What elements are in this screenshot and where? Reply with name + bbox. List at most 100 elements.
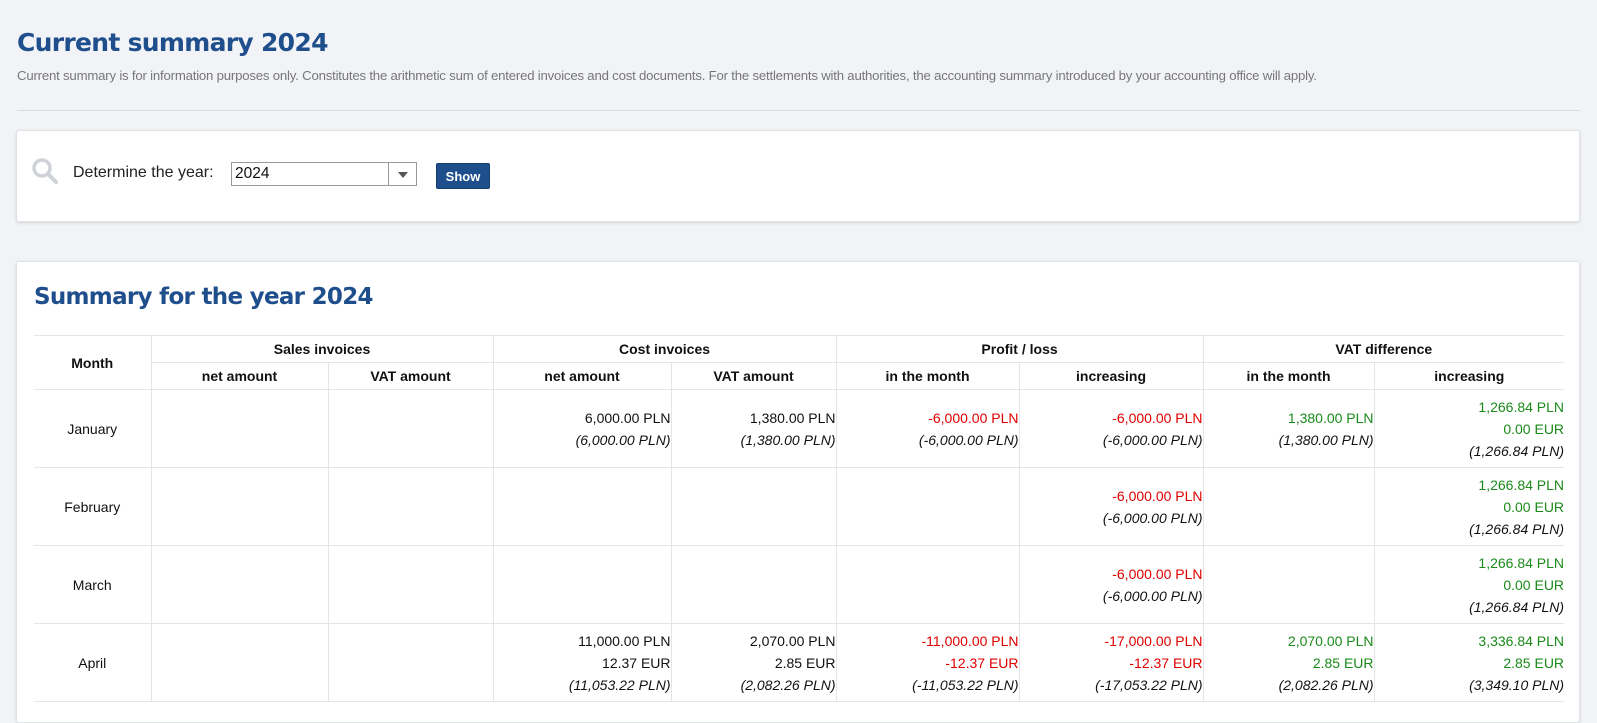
page-description: Current summary is for information purpo… [17, 68, 1317, 83]
cell-profit-month: -6,000.00 PLN (-6,000.00 PLN) [835, 389, 1020, 468]
total-value: (-6,000.00 PLN) [918, 431, 1019, 448]
amount-value: 2.85 EUR [1503, 654, 1565, 671]
cell-profit-month [835, 467, 1020, 546]
header-vat-month: in the month [1202, 362, 1375, 390]
month-cell: March [34, 545, 152, 624]
amount-value: 1,266.84 PLN [1478, 554, 1565, 571]
amount-value: 2.85 EUR [774, 654, 836, 671]
cell-vat-inc: 3,336.84 PLN 2.85 EUR (3,349.10 PLN) [1373, 623, 1565, 702]
summary-table: Month Sales invoices Cost invoices Profi… [34, 335, 1565, 702]
table-row: April 11,000.00 PLN 12.37 EUR (11,053.22 PL… [34, 623, 1565, 702]
total-value: (-11,053.22 PLN) [912, 676, 1019, 693]
cell-cost-net [492, 467, 672, 546]
total-value: (1,380.00 PLN) [740, 431, 836, 448]
cell-sales-net [150, 623, 329, 702]
cell-vat-month [1202, 545, 1375, 624]
cell-sales-vat [327, 623, 494, 702]
amount-value: -6,000.00 PLN [1112, 487, 1203, 504]
cell-sales-net [150, 389, 329, 468]
header-cost-invoices: Cost invoices [492, 335, 837, 363]
cell-vat-month: 1,380.00 PLN (1,380.00 PLN) [1202, 389, 1375, 468]
cell-vat-month: 2,070.00 PLN 2.85 EUR (2,082.26 PLN) [1202, 623, 1375, 702]
total-value: (1,266.84 PLN) [1469, 442, 1565, 459]
cell-cost-vat [670, 467, 837, 546]
cell-cost-net [492, 545, 672, 624]
amount-value: -12.37 EUR [1129, 654, 1203, 671]
cell-profit-inc: -17,000.00 PLN -12.37 EUR (-17,053.22 PLN) [1018, 623, 1204, 702]
total-value: (11,053.22 PLN) [568, 676, 671, 693]
summary-title: Summary for the year 2024 [34, 284, 374, 310]
cell-cost-vat: 1,380.00 PLN (1,380.00 PLN) [670, 389, 837, 468]
total-value: (2,082.26 PLN) [1278, 676, 1374, 693]
header-profit-month: in the month [835, 362, 1020, 390]
month-cell: April [34, 623, 152, 702]
chevron-down-icon [398, 172, 408, 178]
total-value: (6,000.00 PLN) [575, 431, 671, 448]
total-value: (-6,000.00 PLN) [1102, 587, 1203, 604]
amount-value: 3,336.84 PLN [1478, 632, 1565, 649]
page-title: Current summary 2024 [17, 28, 328, 57]
total-value: (-17,053.22 PLN) [1095, 676, 1203, 693]
filter-panel: Determine the year: 2024 Show [16, 130, 1580, 222]
summary-panel: Summary for the year 2024 Month Sales in… [16, 261, 1580, 723]
cell-vat-month [1202, 467, 1375, 546]
cell-cost-vat [670, 545, 837, 624]
total-value: (-6,000.00 PLN) [1102, 509, 1203, 526]
amount-value: 0.00 EUR [1503, 498, 1565, 515]
amount-value: 1,380.00 PLN [749, 409, 836, 426]
amount-value: 0.00 EUR [1503, 576, 1565, 593]
cell-profit-inc: -6,000.00 PLN (-6,000.00 PLN) [1018, 389, 1204, 468]
amount-value: 1,266.84 PLN [1478, 398, 1565, 415]
amount-value: -6,000.00 PLN [928, 409, 1019, 426]
total-value: (1,380.00 PLN) [1278, 431, 1374, 448]
year-select-value: 2024 [235, 165, 270, 182]
cell-profit-month [835, 545, 1020, 624]
cell-sales-vat [327, 545, 494, 624]
amount-value: -12.37 EUR [945, 654, 1019, 671]
table-row: January 6,000.00 PLN (6,000.00 PLN) 1,380.0… [34, 389, 1565, 468]
cell-cost-net: 6,000.00 PLN (6,000.00 PLN) [492, 389, 672, 468]
cell-vat-inc: 1,266.84 PLN 0.00 EUR (1,266.84 PLN) [1373, 545, 1565, 624]
amount-value: 11,000.00 PLN [578, 632, 671, 649]
cell-profit-month: -11,000.00 PLN -12.37 EUR (-11,053.22 PLN) [835, 623, 1020, 702]
amount-value: -6,000.00 PLN [1112, 409, 1203, 426]
header-vat-increasing: increasing [1373, 362, 1565, 390]
header-cost-net: net amount [492, 362, 672, 390]
amount-value: 2,070.00 PLN [1287, 632, 1374, 649]
cell-vat-inc: 1,266.84 PLN 0.00 EUR (1,266.84 PLN) [1373, 467, 1565, 546]
header-profit-loss: Profit / loss [835, 335, 1204, 363]
table-row: February -6,000.00 PLN (-6,000.00 PLN) 1,26… [34, 467, 1565, 546]
total-value: (3,349.10 PLN) [1469, 676, 1565, 693]
divider [17, 110, 1580, 111]
amount-value: 0.00 EUR [1503, 420, 1565, 437]
cell-sales-vat [327, 389, 494, 468]
amount-value: 6,000.00 PLN [584, 409, 671, 426]
header-sales-net: net amount [151, 362, 329, 390]
year-select-toggle[interactable] [388, 163, 416, 185]
amount-value: 2,070.00 PLN [749, 632, 836, 649]
amount-value: -6,000.00 PLN [1112, 565, 1203, 582]
cell-vat-inc: 1,266.84 PLN 0.00 EUR (1,266.84 PLN) [1373, 389, 1565, 468]
year-select[interactable]: 2024 [231, 162, 417, 186]
cell-cost-vat: 2,070.00 PLN 2.85 EUR (2,082.26 PLN) [670, 623, 837, 702]
cell-cost-net: 11,000.00 PLN 12.37 EUR (11,053.22 PLN) [492, 623, 672, 702]
amount-value: 2.85 EUR [1312, 654, 1374, 671]
header-sales-vat: VAT amount [327, 362, 494, 390]
year-label: Determine the year: [73, 164, 214, 181]
month-cell: January [34, 389, 152, 468]
total-value: (-6,000.00 PLN) [1102, 431, 1203, 448]
amount-value: -11,000.00 PLN [921, 632, 1019, 649]
header-profit-increasing: increasing [1018, 362, 1204, 390]
header-cost-vat: VAT amount [670, 362, 837, 390]
cell-sales-net [150, 467, 329, 546]
header-month: Month [34, 335, 152, 390]
cell-profit-inc: -6,000.00 PLN (-6,000.00 PLN) [1018, 467, 1204, 546]
show-button[interactable]: Show [436, 163, 490, 189]
cell-sales-net [150, 545, 329, 624]
table-row: March -6,000.00 PLN (-6,000.00 PLN) 1,266.8… [34, 545, 1565, 624]
amount-value: 12.37 EUR [602, 654, 671, 671]
amount-value: -17,000.00 PLN [1104, 632, 1203, 649]
total-value: (2,082.26 PLN) [740, 676, 836, 693]
header-vat-difference: VAT difference [1202, 335, 1565, 363]
total-value: (1,266.84 PLN) [1469, 598, 1565, 615]
